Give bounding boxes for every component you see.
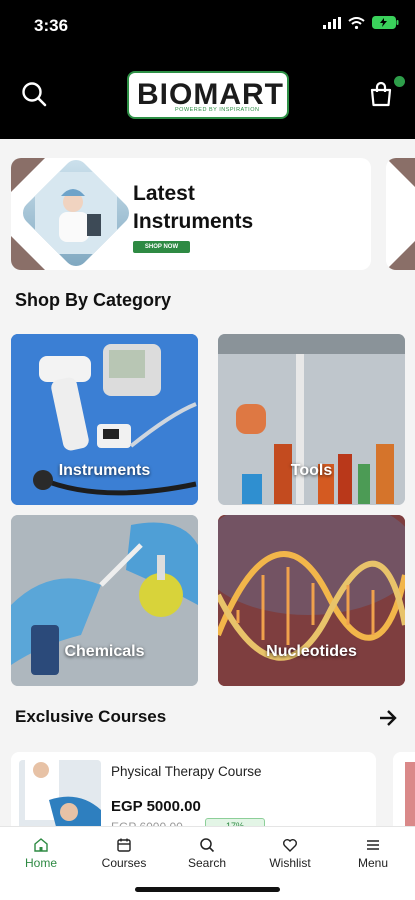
banner-title: Latest Instruments [133,182,254,233]
logo-tagline: POWERED BY INSPIRATION [175,107,260,113]
home-indicator [135,887,280,892]
course-price: EGP 5000.00 [111,798,201,815]
signal-icon [323,16,341,29]
course-title: Physical Therapy Course [111,764,262,779]
category-tile-chemicals[interactable]: Chemicals [11,515,198,686]
shop-now-button[interactable]: SHOP NOW [133,241,190,253]
category-tile-nucleotides[interactable]: Nucleotides [218,515,405,686]
nav-wishlist[interactable]: Wishlist [255,837,325,870]
brand-logo[interactable]: BIOMART POWERED BY INSPIRATION [127,71,289,119]
wifi-icon [348,16,365,29]
calendar-icon [117,838,131,852]
nav-label: Home [24,856,57,870]
home-icon [34,838,48,852]
battery-icon [372,16,399,29]
category-tile-instruments[interactable]: Instruments [11,334,198,505]
logo-text: BIOMART [137,78,284,111]
status-icons [323,16,399,29]
nav-label: Search [187,856,227,870]
app-header: 3:36 BIOMART POWERED BY INSPIRATION [0,0,415,139]
courses-section-title: Exclusive Courses [15,707,167,726]
search-icon[interactable] [20,80,48,108]
status-time: 3:36 [34,16,69,35]
nav-menu[interactable]: Menu [338,837,408,870]
nav-label: Wishlist [269,856,311,870]
nav-label: Menu [357,856,389,870]
cart-icon[interactable] [367,80,395,108]
search-icon [200,838,215,853]
nav-courses[interactable]: Courses [89,837,159,870]
nav-label: Courses [101,856,147,870]
menu-icon [367,840,379,850]
category-tile-tools[interactable]: Tools [218,334,405,505]
category-label: Instruments [58,462,151,479]
cart-badge [394,76,405,87]
heart-icon [283,839,297,852]
promo-banner-next[interactable] [386,158,415,270]
category-label: Chemicals [64,643,145,660]
nav-home[interactable]: Home [6,837,76,870]
category-label: Nucleotides [266,643,357,660]
arrow-right-icon[interactable] [377,707,399,729]
promo-banner[interactable]: Latest Instruments SHOP NOW [11,158,371,270]
category-label: Tools [290,462,333,479]
category-section-title: Shop By Category [15,290,172,310]
nav-search[interactable]: Search [172,837,242,870]
